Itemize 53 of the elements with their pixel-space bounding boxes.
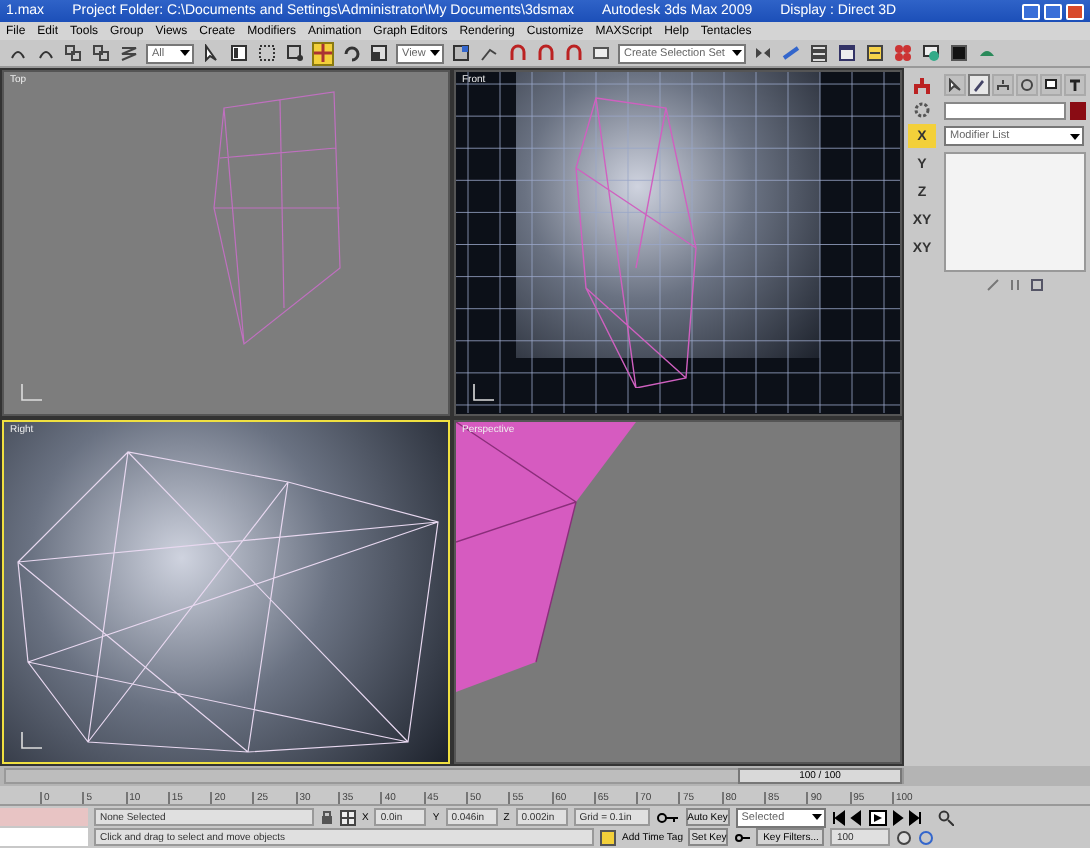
move-cross-icon: [314, 44, 332, 62]
bars-icon: [1008, 278, 1022, 292]
key-icon: [655, 811, 680, 823]
key-icon: [734, 829, 751, 845]
hierarchy-icon: [912, 76, 932, 96]
transform-mode-icon: [340, 809, 356, 825]
panel-tab[interactable]: [968, 74, 990, 96]
caret-icon: [180, 48, 190, 58]
time-tag-icon: [600, 829, 616, 845]
mirror-icon: [754, 44, 772, 62]
name-field[interactable]: [944, 102, 1066, 120]
align-icon: [782, 44, 800, 62]
script-input-field[interactable]: [0, 828, 88, 846]
gear-icon: [912, 100, 932, 120]
window-icon: [1030, 278, 1044, 292]
zoom-icon: [937, 809, 954, 825]
cursor-arrow-icon: [202, 44, 220, 62]
selection-set-icon: [592, 44, 610, 62]
caret-icon: [811, 812, 822, 822]
axis-tripod-icon: [20, 730, 44, 750]
hammer-icon: [1068, 78, 1082, 92]
pin-icon: [986, 278, 1000, 292]
spring-icon: [120, 44, 138, 62]
layers-icon: [810, 44, 828, 62]
monitor-icon: [1044, 78, 1058, 92]
render-frame-icon: [950, 44, 968, 62]
modifier-stack-list[interactable]: [944, 152, 1086, 272]
minimize-button[interactable]: [1022, 3, 1040, 19]
orbit-icon: [918, 829, 935, 845]
axis-tripod-icon: [472, 381, 496, 401]
hierarchy-icon: [996, 78, 1010, 92]
curve-editor-icon: [838, 44, 856, 62]
circle-icon: [1020, 78, 1034, 92]
caret-icon: [430, 48, 440, 58]
color-swatch[interactable]: [1070, 102, 1086, 120]
panel-tab[interactable]: [1064, 74, 1086, 96]
schematic-icon: [866, 44, 884, 62]
maximize-button[interactable]: [1044, 3, 1062, 19]
close-button[interactable]: [1066, 3, 1084, 19]
dashed-square-icon: [258, 44, 276, 62]
cursor-star-icon: [948, 78, 962, 92]
panel-tab[interactable]: [1040, 74, 1062, 96]
pivot-icon: [452, 44, 470, 62]
caret-icon: [732, 48, 742, 58]
spheres-icon: [894, 44, 912, 62]
snap-icon: [480, 44, 498, 62]
render-setup-icon: [922, 44, 940, 62]
caret-icon: [1070, 131, 1080, 141]
axis-tripod-icon: [20, 381, 44, 401]
lock-icon: [320, 809, 334, 825]
scale-square-icon: [370, 44, 388, 62]
rotate-icon: [342, 44, 360, 62]
script-listener-field[interactable]: [0, 808, 88, 826]
